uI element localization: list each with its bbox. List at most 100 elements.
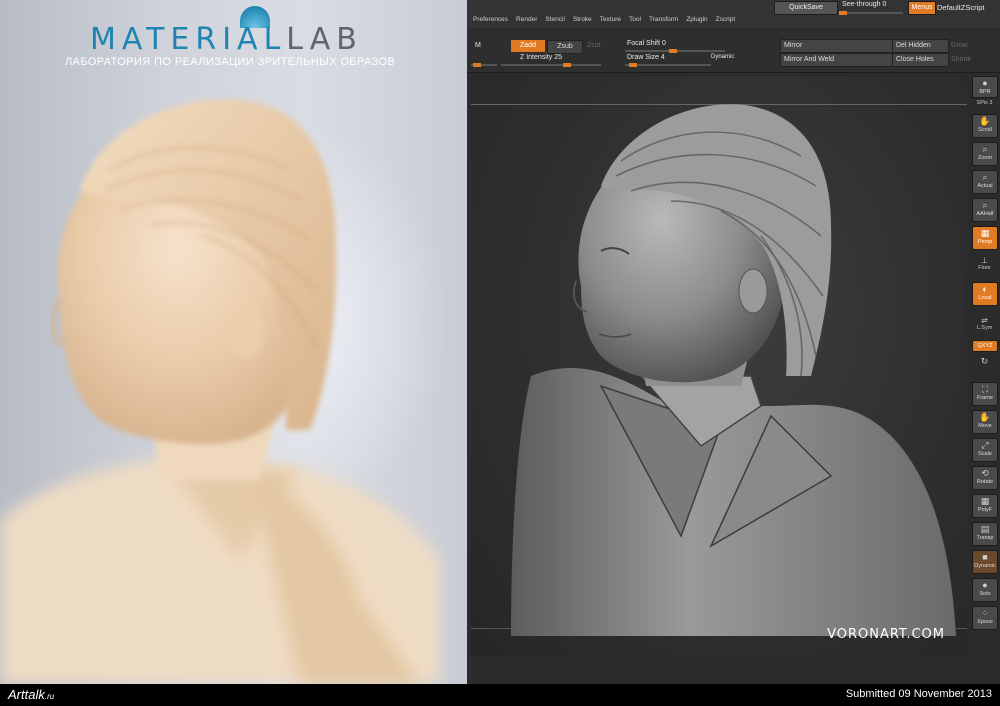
right-shelf: ● BPR SPix 3 ✋ Scroll ⌕ Zoom ⌕ Actual ⌕ AAHal… bbox=[969, 72, 1000, 652]
mirror-and-weld-button[interactable]: Mirror And Weld bbox=[780, 53, 893, 67]
logo-main: MATERIAL bbox=[90, 22, 287, 57]
scroll-button[interactable]: ✋ Scroll bbox=[972, 114, 998, 138]
menu-tool[interactable]: Tool bbox=[629, 16, 641, 23]
xyz-label: QXYZ bbox=[977, 343, 993, 349]
actual-button[interactable]: ⌕ Actual bbox=[972, 170, 998, 194]
local-label: Local bbox=[978, 295, 992, 301]
polyframe-icon: ▦ bbox=[980, 496, 990, 506]
move-icon: ✋ bbox=[979, 412, 991, 422]
frame-label: Frame bbox=[977, 395, 993, 401]
zcut-button[interactable]: Zcut bbox=[587, 42, 601, 49]
actual-label: Actual bbox=[977, 183, 993, 189]
lsym-icon: ⇌ bbox=[981, 316, 988, 325]
transp-button[interactable]: ▤ Transp bbox=[972, 522, 998, 546]
menu-preferences[interactable]: Preferences bbox=[473, 16, 508, 23]
slider-knob[interactable] bbox=[839, 11, 847, 15]
menu-texture[interactable]: Texture bbox=[600, 16, 621, 23]
see-through-label[interactable]: See-through 0 bbox=[842, 1, 886, 8]
lsym-label: L.Sym bbox=[976, 325, 993, 331]
menu-stroke[interactable]: Stroke bbox=[573, 16, 592, 23]
submitted-date: Submitted 09 November 2013 bbox=[845, 688, 992, 700]
magnifier-icon: ⌕ bbox=[982, 144, 988, 154]
hand-icon: ✋ bbox=[979, 116, 991, 126]
footer-bar: Arttalk.ru Submitted 09 November 2013 bbox=[0, 684, 1000, 706]
shrink-button[interactable]: Shrink bbox=[951, 56, 971, 63]
bpr-label: BPR bbox=[979, 89, 991, 95]
rotate-button[interactable]: ⟲ Rotate bbox=[972, 466, 998, 490]
floor-icon: ⊥ bbox=[981, 256, 988, 265]
rotate-icon: ⟲ bbox=[981, 468, 989, 478]
solo-button[interactable]: ● Solo bbox=[972, 578, 998, 602]
slider-knob[interactable] bbox=[629, 63, 637, 67]
z-intensity-slider[interactable]: Z Intensity 25 bbox=[520, 54, 562, 61]
lsym-button[interactable]: ⇌ L.Sym bbox=[969, 316, 1000, 331]
persp-label: Persp bbox=[977, 239, 993, 245]
default-zscript-button[interactable]: DefaultZScript bbox=[937, 3, 985, 12]
transp-label: Transp bbox=[976, 535, 994, 541]
scroll-label: Scroll bbox=[978, 127, 992, 133]
menus-button[interactable]: Menus bbox=[908, 1, 936, 15]
local-button[interactable]: ◐ Local bbox=[972, 282, 998, 306]
m-button[interactable]: M bbox=[475, 42, 481, 49]
persp-button[interactable]: ▦ Persp bbox=[972, 226, 998, 250]
slider-knob[interactable] bbox=[473, 63, 481, 67]
dynamic-persp-button[interactable]: ■ Dynamic bbox=[972, 550, 998, 574]
scale-label: Scale bbox=[978, 451, 992, 457]
menu-zplugin[interactable]: Zplugin bbox=[686, 16, 707, 23]
arttalk-logo[interactable]: Arttalk.ru bbox=[8, 687, 54, 702]
menu-zscript[interactable]: Zscript bbox=[716, 16, 736, 23]
move-button[interactable]: ✋ Move bbox=[972, 410, 998, 434]
frame-button[interactable]: ⛶ Frame bbox=[972, 382, 998, 406]
rotate-small-icon: ↻ bbox=[980, 356, 989, 366]
mirror-button[interactable]: Mirror bbox=[780, 39, 893, 53]
del-hidden-button[interactable]: Del Hidden bbox=[892, 39, 949, 53]
zsub-button[interactable]: Zsub bbox=[547, 40, 583, 54]
logo-lab: LAB bbox=[286, 22, 363, 57]
logo-subtitle: ЛАБОРАТОРИЯ ПО РЕАЛИЗАЦИИ ЗРИТЕЛЬНЫХ ОБР… bbox=[65, 56, 396, 68]
menu-transform[interactable]: Transform bbox=[649, 16, 678, 23]
floor-button[interactable]: ⊥ Floor bbox=[969, 256, 1000, 271]
draw-size-track[interactable] bbox=[625, 63, 711, 67]
spix-slider[interactable]: SPix 3 bbox=[969, 100, 1000, 106]
quicksave-button[interactable]: QuickSave bbox=[774, 1, 838, 15]
xyz-button[interactable]: QXYZ bbox=[972, 340, 998, 352]
zadd-button[interactable]: Zadd bbox=[511, 40, 545, 52]
close-holes-button[interactable]: Close Holes bbox=[892, 53, 949, 67]
scale-button[interactable]: ⤢ Scale bbox=[972, 438, 998, 462]
solo-icon: ● bbox=[982, 580, 988, 590]
solo-label: Solo bbox=[979, 591, 991, 597]
slider-knob[interactable] bbox=[669, 49, 677, 53]
aahalf-icon: ⌕ bbox=[982, 200, 988, 210]
menu-render[interactable]: Render bbox=[516, 16, 537, 23]
rgb-track[interactable] bbox=[471, 63, 497, 67]
focal-shift-track[interactable] bbox=[625, 49, 725, 53]
zoom-button[interactable]: ⌕ Zoom bbox=[972, 142, 998, 166]
see-through-value: 0 bbox=[882, 1, 887, 8]
aahalf-button[interactable]: ⌕ AAHalf bbox=[972, 198, 998, 222]
arttalk-logo-tld: .ru bbox=[44, 692, 55, 701]
dynamic-button[interactable]: Dynamic bbox=[711, 54, 734, 60]
actual-icon: ⌕ bbox=[982, 172, 988, 182]
photo-panel: MATERIALLAB ЛАБОРАТОРИЯ ПО РЕАЛИЗАЦИИ ЗР… bbox=[0, 0, 467, 684]
floor-label: Floor bbox=[978, 265, 991, 271]
move-label: Move bbox=[978, 423, 992, 429]
dynamic-shelf-label: Dynamic bbox=[974, 563, 996, 569]
xpose-button[interactable]: ⁘ Xpose bbox=[972, 606, 998, 630]
rotate-toggle[interactable]: ↻ bbox=[969, 356, 1000, 367]
draw-size-slider[interactable]: Draw Size 4 bbox=[627, 54, 665, 61]
rotate-label: Rotate bbox=[976, 479, 994, 485]
grow-button[interactable]: Grow bbox=[951, 42, 968, 49]
grid-icon: ▦ bbox=[980, 228, 990, 238]
aahalf-label: AAHalf bbox=[976, 211, 994, 217]
slider-knob[interactable] bbox=[563, 63, 571, 67]
bpr-button[interactable]: ● BPR bbox=[972, 76, 998, 98]
scale-icon: ⤢ bbox=[981, 440, 989, 450]
z-intensity-track[interactable] bbox=[501, 63, 601, 67]
zbrush-window: Preferences Render Stencil Stroke Textur… bbox=[467, 0, 1000, 684]
polyf-button[interactable]: ▦ PolyF bbox=[972, 494, 998, 518]
see-through-slider[interactable] bbox=[839, 11, 903, 15]
viewport-canvas[interactable]: VORONART.COM bbox=[471, 76, 967, 656]
toolbar: M Zadd Zsub Zcut Z Intensity 25 Focal Sh… bbox=[467, 30, 1000, 73]
menu-stencil[interactable]: Stencil bbox=[545, 16, 565, 23]
focal-shift-slider[interactable]: Focal Shift 0 bbox=[627, 40, 666, 47]
